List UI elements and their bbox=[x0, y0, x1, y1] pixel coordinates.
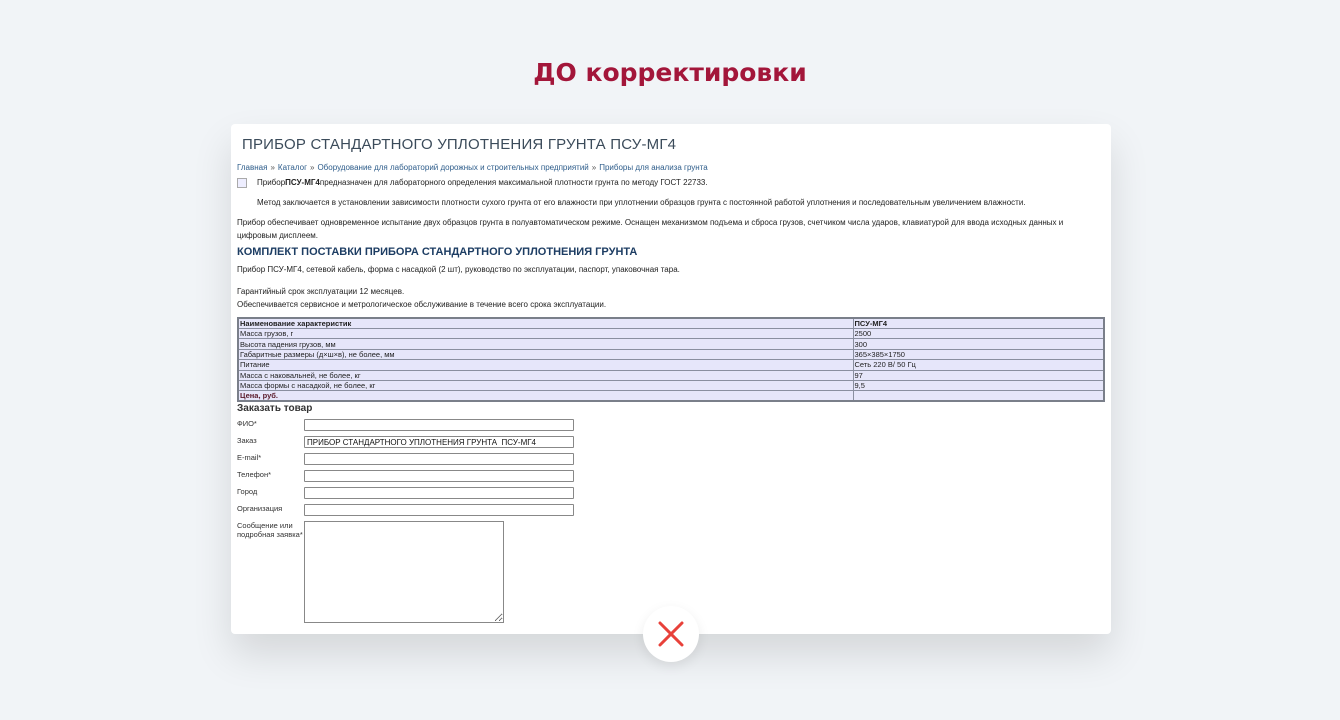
screenshot-card: ПРИБОР СТАНДАРТНОГО УПЛОТНЕНИЯ ГРУНТА ПС… bbox=[231, 124, 1111, 634]
fio-label: ФИО* bbox=[237, 419, 257, 429]
city-input[interactable] bbox=[304, 487, 574, 500]
phone-label: Телефон* bbox=[237, 470, 272, 480]
kit-paragraph: Прибор ПСУ-МГ4, сетевой кабель, форма с … bbox=[237, 265, 680, 274]
message-textarea[interactable] bbox=[304, 521, 504, 624]
close-icon bbox=[658, 621, 684, 647]
breadcrumb-separator: » bbox=[310, 163, 315, 172]
table-row: Масса грузов, г 2500 bbox=[237, 327, 1105, 340]
breadcrumb-separator: » bbox=[270, 163, 275, 172]
table-row: Масса с наковальней, не более, кг 97 bbox=[237, 369, 1105, 381]
breadcrumb-separator: » bbox=[591, 163, 597, 172]
breadcrumb-home[interactable]: Главная bbox=[237, 163, 267, 172]
organization-input[interactable] bbox=[304, 504, 574, 517]
city-label: Город bbox=[237, 487, 258, 497]
product-title: ПРИБОР СТАНДАРТНОГО УПЛОТНЕНИЯ ГРУНТА ПС… bbox=[242, 136, 677, 153]
order-form-title: Заказать товар bbox=[237, 403, 313, 415]
order-input[interactable] bbox=[304, 436, 574, 449]
description-paragraph: Прибор обеспечивает одновременное испыта… bbox=[237, 218, 1064, 240]
email-label: E-mail* bbox=[237, 453, 262, 463]
price-row: Цена, руб. bbox=[237, 390, 1105, 402]
table-header-row: Наименование характеристик ПСУ-МГ4 bbox=[237, 317, 1105, 329]
breadcrumb: Главная» Каталог» Оборудование для лаборат… bbox=[237, 163, 1105, 172]
page-heading: ДО корректировки bbox=[533, 58, 807, 87]
broken-image-icon bbox=[237, 178, 247, 188]
table-row: Питание Сеть 220 В/ 50 Гц bbox=[237, 359, 1105, 371]
fio-input[interactable] bbox=[304, 419, 574, 432]
intro-paragraph: Прибор ПСУ-МГ4 предназначен для лаборато… bbox=[237, 176, 1105, 190]
warranty-text: Гарантийный срок эксплуатации 12 месяцев… bbox=[237, 287, 405, 296]
close-badge bbox=[643, 606, 699, 662]
table-row: Габаритные размеры (д×ш×в), не более, мм… bbox=[237, 348, 1105, 361]
message-label: Сообщение или подробная заявка* bbox=[237, 521, 303, 540]
service-text: Обеспечивается сервисное и метрологическ… bbox=[237, 300, 607, 309]
email-input[interactable] bbox=[304, 453, 574, 466]
method-paragraph: Метод заключается в установлении зависим… bbox=[257, 198, 1026, 207]
organization-label: Организация bbox=[237, 504, 283, 514]
breadcrumb-catalog[interactable]: Каталог bbox=[278, 163, 307, 172]
specs-table: Наименование характеристик ПСУ-МГ4 Масса … bbox=[237, 317, 1105, 403]
table-row: Высота падения грузов, мм 300 bbox=[237, 338, 1105, 350]
kit-heading: КОМПЛЕКТ ПОСТАВКИ ПРИБОРА СТАНДАРТНОГО У… bbox=[237, 246, 638, 258]
breadcrumb-equipment[interactable]: Оборудование для лабораторий дорожных и … bbox=[317, 163, 588, 172]
order-form: ФИО* Заказ E-mail* Телефон* Город Органи… bbox=[237, 419, 1105, 624]
table-row: Масса формы с насадкой, не более, кг 9,5 bbox=[237, 379, 1105, 392]
phone-input[interactable] bbox=[304, 470, 574, 483]
order-label: Заказ bbox=[237, 436, 257, 446]
breadcrumb-soil-devices[interactable]: Приборы для анализа грунта bbox=[599, 163, 708, 172]
